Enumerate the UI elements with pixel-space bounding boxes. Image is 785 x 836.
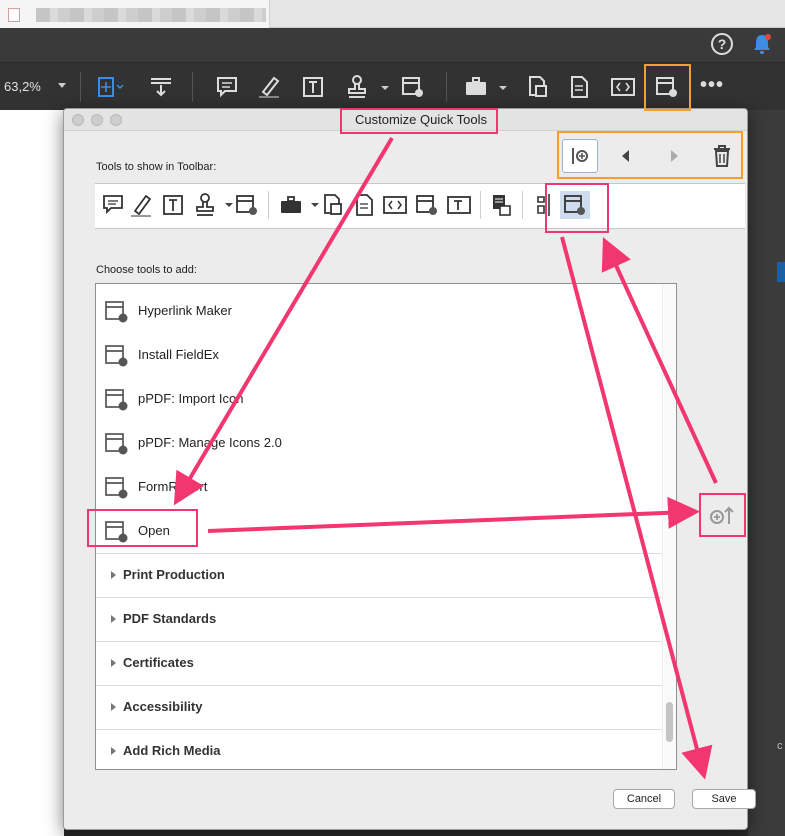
fit-page-icon[interactable]: [94, 72, 124, 102]
list-item[interactable]: pPDF: Manage Icons 2.0: [96, 421, 662, 465]
tool-gear-icon: [104, 475, 130, 501]
code-braces-icon[interactable]: [382, 191, 408, 219]
list-item-label: FormReport: [138, 479, 208, 494]
category-label: Add Rich Media: [123, 743, 221, 758]
browser-tab[interactable]: [0, 0, 270, 28]
page-icon[interactable]: [352, 191, 378, 219]
chevron-down-icon[interactable]: [302, 191, 319, 219]
page-icon[interactable]: [564, 72, 594, 102]
app-header: [0, 28, 785, 62]
chevron-down-icon: [58, 83, 66, 88]
tab-title-blurred: [36, 8, 266, 22]
annotation-box-toolbar-tool: [644, 64, 691, 111]
stamp-icon[interactable]: [192, 191, 218, 219]
list-item-label: Install FieldEx: [138, 347, 219, 362]
disclosure-triangle-icon: [111, 615, 116, 623]
save-button[interactable]: Save: [692, 789, 756, 809]
more-options-icon[interactable]: •••: [700, 72, 724, 102]
disclosure-triangle-icon: [111, 571, 116, 579]
choose-tools-label: Choose tools to add:: [96, 264, 197, 276]
disclosure-triangle-icon: [111, 659, 116, 667]
strip-separator: [522, 191, 523, 219]
scroll-tool-icon[interactable]: [146, 72, 176, 102]
toolbox-icon[interactable]: [278, 191, 304, 219]
chevron-down-icon[interactable]: [216, 191, 233, 219]
text-field-icon[interactable]: [446, 191, 472, 219]
right-panel-background: [748, 110, 785, 836]
toolbar-separator: [446, 72, 447, 102]
annotation-box-dialog-title: [340, 108, 498, 134]
category-accessibility[interactable]: Accessibility: [96, 685, 662, 729]
print-production-icon[interactable]: [488, 191, 514, 219]
category-label: Print Production: [123, 567, 225, 582]
disclosure-triangle-icon: [111, 747, 116, 755]
list-item-label: Hyperlink Maker: [138, 303, 232, 318]
right-panel-glyph: c: [777, 740, 783, 752]
notification-bell-icon[interactable]: [752, 33, 772, 55]
minimize-window-button[interactable]: [91, 114, 103, 126]
annotation-box-toolbar-controls: [557, 131, 743, 179]
category-label: PDF Standards: [123, 611, 217, 626]
list-item[interactable]: FormReport: [96, 465, 662, 509]
code-braces-icon[interactable]: [608, 72, 638, 102]
zoom-dropdown[interactable]: 63,2%: [0, 70, 78, 102]
highlight-icon[interactable]: [254, 72, 284, 102]
tool-gear-icon[interactable]: [234, 191, 260, 219]
combine-files-icon[interactable]: [522, 72, 552, 102]
combine-files-icon[interactable]: [320, 191, 346, 219]
annotation-box-new-toolbar-tool: [545, 183, 609, 233]
category-label: Certificates: [123, 655, 194, 670]
disclosure-triangle-icon: [111, 703, 116, 711]
toolbar-tools-label: Tools to show in Toolbar:: [96, 161, 217, 173]
cancel-button[interactable]: Cancel: [613, 789, 675, 809]
comment-icon[interactable]: [100, 191, 126, 219]
list-item-label: pPDF: Manage Icons 2.0: [138, 435, 282, 450]
tool-gear-icon[interactable]: [414, 191, 440, 219]
list-scrollbar-thumb[interactable]: [666, 702, 673, 742]
highlight-icon[interactable]: [128, 191, 154, 219]
close-window-button[interactable]: [72, 114, 84, 126]
text-box-icon[interactable]: [160, 191, 186, 219]
list-item[interactable]: pPDF: Import Icon: [96, 377, 662, 421]
toolbar-separator: [192, 72, 193, 102]
comment-icon[interactable]: [212, 72, 242, 102]
document-page: [0, 110, 64, 836]
toolbar-separator: [80, 72, 81, 102]
category-print-production[interactable]: Print Production: [96, 553, 662, 597]
tool-gear-icon: [104, 431, 130, 457]
tool-gear-icon: [104, 299, 130, 325]
category-certificates[interactable]: Certificates: [96, 641, 662, 685]
annotation-box-open-item: [87, 509, 198, 547]
tool-gear-icon: [104, 387, 130, 413]
list-item-label: pPDF: Import Icon: [138, 391, 244, 406]
category-label: Accessibility: [123, 699, 203, 714]
right-panel-tab: [777, 262, 785, 282]
category-add-rich-media[interactable]: Add Rich Media: [96, 729, 662, 769]
strip-separator: [480, 191, 481, 219]
browser-tab-strip: [0, 0, 785, 28]
category-pdf-standards[interactable]: PDF Standards: [96, 597, 662, 641]
list-item[interactable]: Hyperlink Maker: [96, 289, 662, 333]
zoom-window-button[interactable]: [110, 114, 122, 126]
strip-separator: [268, 191, 269, 219]
list-item[interactable]: Install FieldEx: [96, 333, 662, 377]
pdf-file-icon: [8, 8, 20, 22]
tool-gear-icon: [104, 343, 130, 369]
chevron-down-icon[interactable]: [488, 72, 507, 102]
text-box-icon[interactable]: [298, 72, 328, 102]
chevron-down-icon[interactable]: [370, 72, 389, 102]
zoom-value: 63,2%: [4, 79, 41, 94]
help-icon[interactable]: ?: [711, 33, 733, 55]
list-scrollbar-track[interactable]: [662, 284, 676, 769]
annotation-box-side-button: [699, 493, 746, 537]
tool-gear-icon[interactable]: [398, 72, 428, 102]
stamp-icon[interactable]: [342, 72, 372, 102]
